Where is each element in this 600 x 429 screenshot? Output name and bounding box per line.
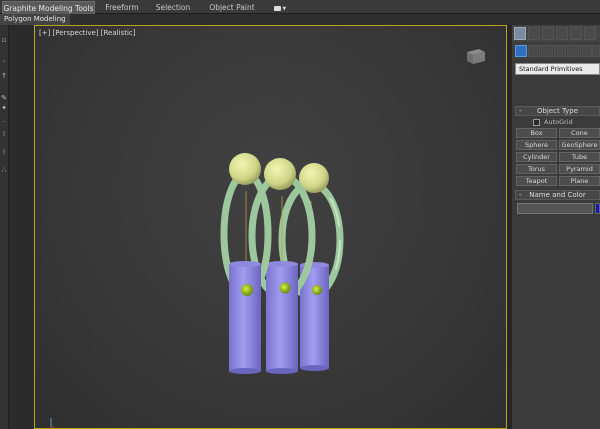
object-type-rollout-header[interactable]: - Object Type [515,106,600,116]
teapot-button[interactable]: Teapot [516,176,557,186]
tube-button[interactable]: Tube [559,152,600,162]
autogrid-checkbox[interactable] [533,119,540,126]
create-category-bar [512,43,600,59]
command-panel-tabs [512,25,600,42]
pyramid-button[interactable]: Pyramid [559,164,600,174]
cameras-icon[interactable] [554,45,566,57]
tab-object-paint[interactable]: Object Paint [206,1,258,14]
display-icon[interactable] [570,27,582,40]
left-toolbar: ▫ ◦ ↑ ✎ ✦ · ⁞ ⁞ ∴ [0,25,9,429]
paint-icon[interactable]: ◦ [1,59,7,66]
collapse-icon: - [519,107,522,115]
object-type-title: Object Type [536,107,579,115]
max-application-window: Graphite Modeling Tools Freeform Selecti… [0,0,600,429]
tab-polygon-modeling[interactable]: Polygon Modeling [0,14,70,25]
modify-icon[interactable] [528,27,540,40]
lights-icon[interactable] [541,45,553,57]
pendant-left[interactable] [220,153,272,374]
primitive-type-dropdown[interactable]: Standard Primitives [515,63,600,75]
ribbon-tab-bar: Graphite Modeling Tools Freeform Selecti… [0,0,600,14]
geometry-icon[interactable] [515,45,527,57]
name-and-color-rollout-header[interactable]: - Name and Color [515,190,600,200]
chevron-down-icon: ▼ [280,6,287,12]
plane-button[interactable]: Plane [559,176,600,186]
spacewarps-icon[interactable] [580,45,592,57]
ribbon-panel-bar: Polygon Modeling [0,14,600,25]
select-icon[interactable]: ▫ [1,37,7,44]
object-color-swatch[interactable] [595,203,600,214]
brush-icon[interactable]: ✎ [1,95,7,102]
scene-canvas [220,153,344,374]
cylinder-button[interactable]: Cylinder [516,152,557,162]
geosphere-button[interactable]: GeoSphere [559,140,600,150]
name-and-color-title: Name and Color [529,191,586,199]
axis-tripod-icon [50,418,54,428]
tab-freeform[interactable]: Freeform [96,1,148,14]
tab-selection[interactable]: Selection [150,1,196,14]
ribbon-options-dropdown[interactable]: ▼ [270,1,290,14]
cone-button[interactable]: Cone [559,128,600,138]
command-panel: Standard Primitives - Object Type AutoGr… [512,25,600,429]
motion-icon[interactable] [556,27,568,40]
autogrid-label: AutoGrid [544,118,573,126]
tab-graphite-modeling-tools[interactable]: Graphite Modeling Tools [2,1,95,14]
sphere-button[interactable]: Sphere [516,140,557,150]
utilities-icon[interactable] [584,27,596,40]
object-name-field[interactable] [517,203,593,214]
autogrid-row: AutoGrid [515,118,600,127]
sculpt-icon[interactable]: ✦ [1,105,7,112]
noise-icon[interactable]: ∴ [1,167,7,174]
systems-icon[interactable] [592,45,600,57]
relax-icon[interactable]: ⁞ [1,131,7,138]
tool-icon[interactable]: · [1,119,7,126]
move-icon[interactable]: ↑ [1,73,7,80]
shapes-icon[interactable] [528,45,540,57]
box-button[interactable]: Box [516,128,557,138]
perspective-viewport[interactable]: [+] [Perspective] [Realistic] [34,25,507,429]
camera-icon [273,5,281,11]
hierarchy-icon[interactable] [542,27,554,40]
create-icon[interactable] [514,27,526,40]
helpers-icon[interactable] [567,45,579,57]
torus-button[interactable]: Torus [516,164,557,174]
pinch-icon[interactable]: ⁞ [1,149,7,156]
collapse-icon: - [519,191,522,199]
